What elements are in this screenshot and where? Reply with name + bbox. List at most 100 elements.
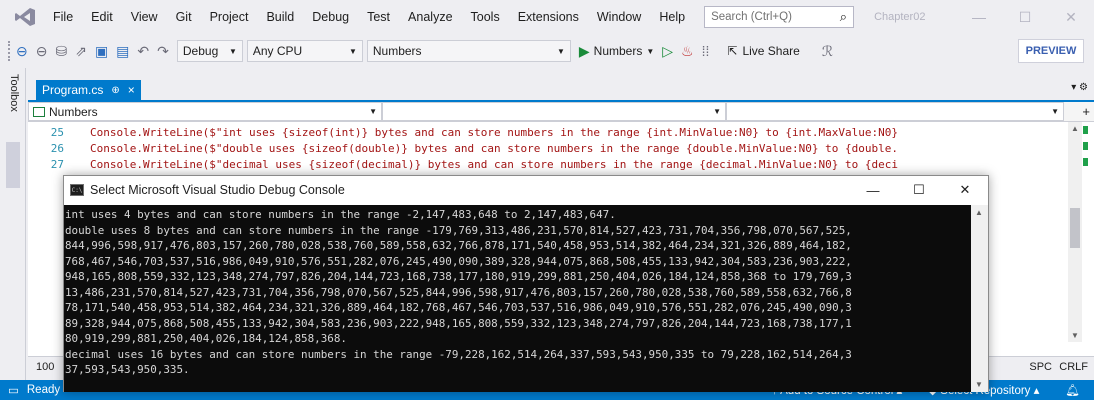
save-all-icon[interactable]: ▤ [112, 43, 133, 60]
search-icon: ⌕ [839, 9, 848, 24]
code-line: 27 Console.WriteLine($"decimal uses {siz… [28, 157, 898, 172]
line-ending-indicator[interactable]: CRLF [1059, 361, 1088, 373]
tab-label: Program.cs [42, 83, 104, 97]
menu-item[interactable]: Edit [82, 0, 122, 34]
whitespace-indicator[interactable]: SPC [1029, 361, 1052, 373]
notifications-bell-icon[interactable]: 🔔︎ [1065, 383, 1080, 397]
menu-item[interactable]: Build [257, 0, 303, 34]
scroll-up-icon[interactable]: ▲ [1071, 124, 1079, 133]
code-line: 25 Console.WriteLine($"int uses {sizeof(… [28, 125, 898, 140]
maximize-icon[interactable]: ☐ [1002, 0, 1048, 34]
start-without-debugging-icon[interactable]: ▷ [658, 43, 677, 60]
editor-scrollbar[interactable]: ▲ ▼ [1068, 122, 1082, 342]
console-output[interactable]: int uses 4 bytes and can store numbers i… [64, 205, 972, 392]
menu-item[interactable]: Debug [303, 0, 358, 34]
play-icon: ▶ [578, 42, 590, 59]
console-line: 768,467,546,703,537,516,986,049,910,576,… [65, 254, 852, 268]
menu-item[interactable]: Extensions [509, 0, 588, 34]
type-nav-select[interactable]: ▼ [382, 102, 726, 121]
redo-icon[interactable]: ↷ [153, 43, 173, 60]
console-line: double uses 8 bytes and can store number… [65, 223, 852, 237]
code-text: Console.WriteLine($"decimal uses {sizeof… [90, 158, 898, 171]
minimize-icon[interactable]: — [956, 0, 1002, 34]
menu-item[interactable]: File [44, 0, 82, 34]
console-line: 78,171,540,458,953,514,382,464,234,321,3… [65, 301, 852, 314]
project-nav-select[interactable]: Numbers ▼ [28, 102, 382, 121]
pin-icon[interactable]: ⊕ [111, 85, 119, 96]
console-line: decimal uses 16 bytes and can store numb… [65, 347, 852, 361]
toolbox-panel: Toolbox [0, 68, 26, 380]
line-number: 25 [50, 126, 64, 139]
tab-overflow-icon[interactable]: ▾ ⚙ [1071, 82, 1088, 93]
close-icon[interactable]: ✕ [1048, 0, 1094, 34]
navigation-bar: Numbers ▼ ▼ ▼ + [28, 102, 1094, 122]
scroll-down-icon[interactable]: ▼ [1071, 331, 1079, 340]
console-title: Select Microsoft Visual Studio Debug Con… [90, 183, 345, 197]
console-app-icon: C:\ [70, 184, 84, 196]
debug-console-window[interactable]: C:\ Select Microsoft Visual Studio Debug… [63, 175, 989, 392]
menu-item[interactable]: Test [358, 0, 399, 34]
new-project-icon[interactable]: ⛁ [51, 43, 71, 60]
code-line: 26 Console.WriteLine($"double uses {size… [28, 141, 898, 156]
close-tab-icon[interactable]: × [128, 83, 135, 97]
menu-item[interactable]: Project [201, 0, 258, 34]
menu-item[interactable]: Git [167, 0, 201, 34]
navigate-back-icon[interactable]: ⊖ [12, 43, 32, 60]
chevron-down-icon: ▼ [646, 46, 655, 56]
scrollbar-thumb[interactable] [1070, 208, 1080, 248]
hot-reload-icon[interactable]: ♨ [677, 43, 698, 60]
console-line: int uses 4 bytes and can store numbers i… [65, 208, 616, 221]
ready-icon: ▭ [8, 385, 19, 397]
menu-item[interactable]: View [122, 0, 167, 34]
search-input[interactable]: Search (Ctrl+Q) ⌕ [704, 6, 855, 28]
visual-studio-logo-icon [10, 6, 40, 28]
start-debugging-button[interactable]: ▶ Numbers ▼ [579, 43, 654, 60]
scroll-down-icon[interactable]: ▼ [975, 380, 983, 389]
step-icons[interactable]: ⁞⁞ [698, 43, 714, 59]
menu-item[interactable]: Tools [462, 0, 509, 34]
console-line: 844,996,598,917,476,803,157,260,780,028,… [65, 239, 852, 252]
chevron-down-icon: ▼ [228, 46, 237, 56]
member-nav-select[interactable]: ▼ [726, 102, 1064, 121]
status-ready: Ready [26, 384, 61, 396]
menu-bar: File Edit View Git Project Build Debug Test Anal… [0, 0, 1094, 34]
menu-item[interactable]: Window [588, 0, 650, 34]
chevron-down-icon: ▼ [369, 107, 377, 116]
tab-program-cs[interactable]: Program.cs ⊕ × [36, 80, 141, 100]
split-editor-icon[interactable]: + [1082, 104, 1090, 119]
save-icon[interactable]: ▣ [91, 43, 112, 60]
chevron-down-icon: ▼ [713, 107, 721, 116]
search-placeholder: Search (Ctrl+Q) [711, 11, 792, 23]
minimize-icon[interactable]: — [850, 176, 896, 204]
navigate-forward-icon[interactable]: ⊖ [32, 43, 52, 60]
maximize-icon[interactable]: ☐ [896, 176, 942, 204]
close-icon[interactable]: ✕ [942, 176, 988, 204]
open-file-icon[interactable]: ⇗ [71, 43, 91, 60]
standard-toolbar: ⊖ ⊖ ⛁ ⇗ ▣ ▤ ↶ ↷ Debug ▼ Any CPU ▼ Numbers ▼… [0, 34, 1094, 68]
preview-button[interactable]: PREVIEW [1018, 39, 1084, 63]
platform-select[interactable]: Any CPU ▼ [246, 40, 363, 62]
scroll-up-icon[interactable]: ▲ [975, 208, 983, 217]
console-line: 89,328,944,075,868,508,455,133,942,304,5… [65, 316, 852, 330]
undo-icon[interactable]: ↶ [133, 43, 153, 60]
feedback-icon[interactable]: ℛ [818, 43, 837, 60]
console-line: 948,165,808,559,332,123,348,274,797,826,… [65, 270, 852, 283]
console-scrollbar[interactable]: ▲ ▼ [971, 205, 988, 392]
console-line: 80,919,299,881,250,404,026,184,124,858,3… [65, 332, 347, 345]
chevron-down-icon: ▼ [348, 46, 357, 56]
startup-project-value: Numbers [372, 44, 422, 58]
configuration-value: Debug [182, 44, 219, 58]
menu-item[interactable]: Help [650, 0, 694, 34]
menu-item[interactable]: Analyze [399, 0, 461, 34]
configuration-select[interactable]: Debug ▼ [176, 40, 243, 62]
toolbox-tab[interactable] [6, 142, 20, 188]
change-marker [1083, 142, 1088, 150]
zoom-level[interactable]: 100 [36, 361, 54, 373]
toolbox-label: Toolbox [8, 74, 20, 112]
console-window-controls: — ☐ ✕ [850, 176, 988, 204]
console-line: 13,486,231,570,814,527,423,731,704,356,7… [65, 285, 852, 299]
change-marker [1083, 158, 1088, 166]
line-number: 26 [50, 142, 64, 155]
live-share-button[interactable]: ⇱ Live Share [727, 44, 799, 58]
startup-project-select[interactable]: Numbers ▼ [366, 40, 571, 62]
